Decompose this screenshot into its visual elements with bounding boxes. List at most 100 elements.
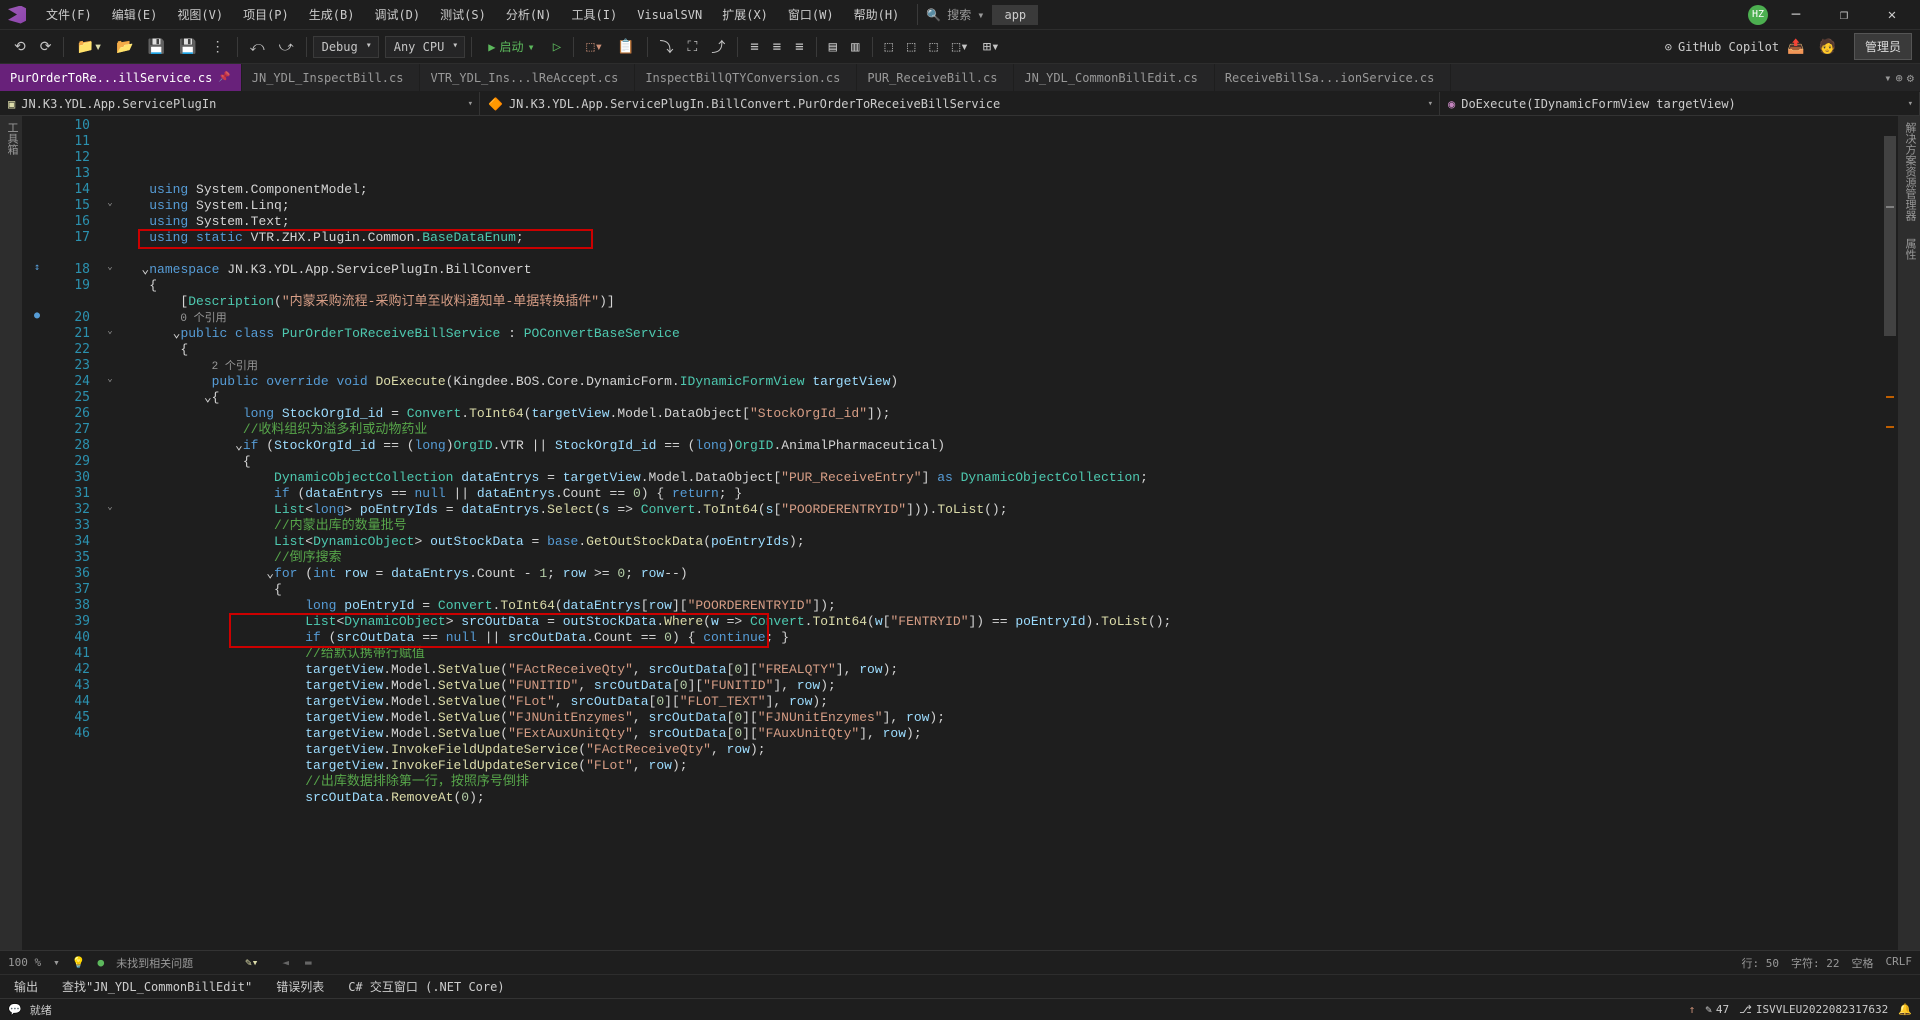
tb-icon-2[interactable]: 📋 (611, 35, 640, 59)
menu-window[interactable]: 窗口(W) (778, 2, 844, 27)
output-tab[interactable]: 输出 (8, 975, 44, 998)
code-line[interactable]: List<DynamicObject> outStockData = base.… (118, 534, 1882, 550)
nav-class-dropdown[interactable]: 🔶 JN.K3.YDL.App.ServicePlugIn.BillConver… (480, 92, 1440, 115)
save-button[interactable]: 💾 (142, 35, 171, 59)
open-button[interactable]: 📂 (110, 35, 139, 59)
document-tab[interactable]: PUR_ReceiveBill.cs (857, 64, 1014, 91)
find-results-tab[interactable]: 查找"JN_YDL_CommonBillEdit" (56, 975, 258, 998)
menu-visualsvn[interactable]: VisualSVN (627, 4, 712, 26)
properties-tab[interactable]: 属性 (1904, 238, 1917, 260)
code-line[interactable]: public override void DoExecute(Kingdee.B… (118, 374, 1882, 390)
nav-method-dropdown[interactable]: ◉ DoExecute(IDynamicFormView targetView) (1440, 92, 1920, 115)
tb-indent-1[interactable]: ≡ (744, 35, 764, 59)
code-line[interactable]: targetView.Model.SetValue("FActReceiveQt… (118, 662, 1882, 678)
tb-misc-4[interactable]: ⬚▾ (946, 35, 975, 59)
code-line[interactable]: //出库数据排除第一行，按照序号倒排 (118, 774, 1882, 790)
menu-project[interactable]: 项目(P) (233, 2, 299, 27)
document-tab[interactable]: JN_YDL_CommonBillEdit.cs (1014, 64, 1214, 91)
csharp-interactive-tab[interactable]: C# 交互窗口 (.NET Core) (342, 975, 510, 998)
code-line[interactable]: List<long> poEntryIds = dataEntrys.Selec… (118, 502, 1882, 518)
code-line[interactable]: targetView.InvokeFieldUpdateService("FLo… (118, 758, 1882, 774)
tb-step-2[interactable]: ⛶ (682, 35, 704, 59)
tab-overflow-button[interactable]: ▾ (1884, 71, 1891, 85)
menu-test[interactable]: 测试(S) (430, 2, 496, 27)
menu-view[interactable]: 视图(V) (167, 2, 233, 27)
document-tab[interactable]: InspectBillQTYConversion.cs (635, 64, 857, 91)
close-button[interactable]: ✕ (1872, 1, 1912, 29)
nav-back-button[interactable]: ⟲ (8, 35, 32, 59)
tb-misc-2[interactable]: ⬚ (901, 35, 921, 59)
error-list-tab[interactable]: 错误列表 (270, 975, 330, 998)
vertical-scrollbar[interactable] (1882, 116, 1898, 950)
nav-fwd-button[interactable]: ⟳ (34, 35, 58, 59)
document-tab[interactable]: PurOrderToRe...illService.cs📌 (0, 64, 242, 91)
tab-add-button[interactable]: ⊕ (1896, 71, 1903, 85)
changes-status[interactable]: ✎ 47 (1705, 1003, 1729, 1016)
tb-comment[interactable]: ▤ (823, 35, 843, 59)
start-debug-button[interactable]: ▶ 启动 ▾ (478, 35, 544, 58)
code-line[interactable]: List<DynamicObject> srcOutData = outStoc… (118, 614, 1882, 630)
right-tool-strip[interactable]: 解决方案资源管理器 属性 (1898, 116, 1920, 950)
code-line[interactable]: ⌄if (StockOrgId_id == (long)OrgID.VTR ||… (118, 438, 1882, 454)
code-line[interactable]: //倒序搜索 (118, 550, 1882, 566)
redo-button[interactable]: ⤻ (273, 35, 300, 59)
code-line[interactable]: ⌄namespace JN.K3.YDL.App.ServicePlugIn.B… (118, 262, 1882, 278)
code-line[interactable]: { (118, 454, 1882, 470)
nav-namespace-dropdown[interactable]: ▣ JN.K3.YDL.App.ServicePlugIn (0, 92, 480, 115)
code-line[interactable]: { (118, 278, 1882, 294)
document-tab[interactable]: VTR_YDL_Ins...lReAccept.cs (420, 64, 635, 91)
code-line[interactable]: 2 个引用 (118, 358, 1882, 374)
code-line[interactable] (118, 246, 1882, 262)
source-control-status[interactable]: ↑ (1689, 1003, 1696, 1016)
start-nodebug-button[interactable]: ▷ (547, 35, 567, 59)
menu-extensions[interactable]: 扩展(X) (712, 2, 778, 27)
code-line[interactable]: ⌄{ (118, 390, 1882, 406)
breakpoint-gutter[interactable]: ↕● (22, 116, 52, 950)
feedback-button[interactable]: 🧑 (1813, 35, 1842, 59)
code-line[interactable]: if (srcOutData == null || srcOutData.Cou… (118, 630, 1882, 646)
tb-misc-5[interactable]: ⊞▾ (977, 35, 1006, 59)
feedback-icon[interactable]: 💬 (8, 1003, 22, 1016)
toolbox-tab[interactable]: 工具箱 (2, 122, 20, 155)
pen-icon[interactable]: ✎▾ (245, 956, 258, 969)
code-line[interactable]: using System.Linq; (118, 198, 1882, 214)
code-line[interactable]: targetView.Model.SetValue("FUNITID", src… (118, 678, 1882, 694)
menu-analyze[interactable]: 分析(N) (496, 2, 562, 27)
tab-settings-button[interactable]: ⚙ (1907, 71, 1914, 85)
scroll-thumb[interactable] (1884, 136, 1896, 336)
code-line[interactable]: srcOutData.RemoveAt(0); (118, 790, 1882, 806)
code-line[interactable]: targetView.Model.SetValue("FLot", srcOut… (118, 694, 1882, 710)
maximize-button[interactable]: ❐ (1824, 1, 1864, 29)
code-line[interactable]: 0 个引用 (118, 310, 1882, 326)
menu-file[interactable]: 文件(F) (36, 2, 102, 27)
code-line[interactable]: { (118, 582, 1882, 598)
issues-label[interactable]: 未找到相关问题 (116, 955, 193, 971)
lightbulb-icon[interactable]: 💡 (72, 956, 86, 969)
code-line[interactable]: [Description("内蒙采购流程-采购订单至收料通知单-单据转换插件")… (118, 294, 1882, 310)
menu-help[interactable]: 帮助(H) (844, 2, 910, 27)
indent-mode[interactable]: 空格 (1852, 955, 1874, 971)
code-line[interactable]: using System.Text; (118, 214, 1882, 230)
code-line[interactable]: if (dataEntrys == null || dataEntrys.Cou… (118, 486, 1882, 502)
tb-misc-3[interactable]: ⬚ (923, 35, 943, 59)
code-line[interactable]: using System.ComponentModel; (118, 182, 1882, 198)
notification-bell-icon[interactable]: 🔔 (1898, 1003, 1912, 1016)
more-button[interactable]: ⋮ (205, 35, 231, 59)
code-line[interactable]: targetView.Model.SetValue("FExtAuxUnitQt… (118, 726, 1882, 742)
zoom-level[interactable]: 100 % (8, 956, 41, 969)
tb-indent-3[interactable]: ≡ (789, 35, 809, 59)
menu-edit[interactable]: 编辑(E) (102, 2, 168, 27)
config-dropdown[interactable]: Debug (313, 36, 379, 58)
line-ending[interactable]: CRLF (1886, 955, 1913, 971)
fold-gutter[interactable]: ⌄⌄⌄⌄⌄ (102, 116, 118, 950)
code-line[interactable]: targetView.Model.SetValue("FJNUnitEnzyme… (118, 710, 1882, 726)
platform-dropdown[interactable]: Any CPU (385, 36, 466, 58)
solution-explorer-tab[interactable]: 解决方案资源管理器 (1904, 122, 1917, 221)
undo-button[interactable]: ⤺ (244, 35, 271, 59)
code-line[interactable]: targetView.InvokeFieldUpdateService("FAc… (118, 742, 1882, 758)
code-line[interactable]: DynamicObjectCollection dataEntrys = tar… (118, 470, 1882, 486)
left-tool-strip[interactable]: 工具箱 (0, 116, 22, 950)
code-line[interactable]: //内蒙出库的数量批号 (118, 518, 1882, 534)
code-line[interactable]: long StockOrgId_id = Convert.ToInt64(tar… (118, 406, 1882, 422)
code-line[interactable]: using static VTR.ZHX.Plugin.Common.BaseD… (118, 230, 1882, 246)
